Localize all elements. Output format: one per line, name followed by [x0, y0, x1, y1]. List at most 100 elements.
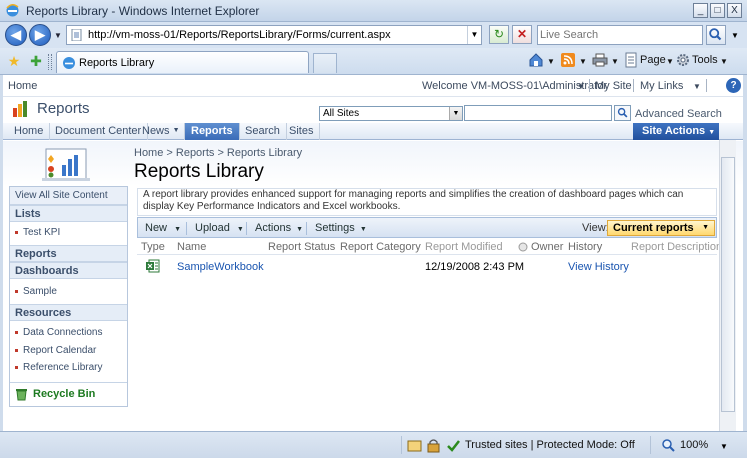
view-selector[interactable]: Current reports ▼: [607, 220, 715, 236]
feeds-dropdown-icon[interactable]: ▼: [579, 57, 587, 66]
site-search-button[interactable]: [614, 105, 631, 121]
address-url[interactable]: http://vm-moss-01/Reports/ReportsLibrary…: [88, 29, 391, 41]
add-favorites-icon[interactable]: ✚: [28, 53, 44, 69]
separator: [306, 222, 307, 235]
zoom-icon[interactable]: [661, 438, 676, 453]
page-menu[interactable]: Page: [640, 54, 666, 66]
welcome-dropdown-icon[interactable]: ▼: [577, 82, 585, 91]
upload-menu[interactable]: Upload ▼: [195, 222, 244, 234]
global-home-link[interactable]: Home: [8, 80, 37, 92]
history-dropdown-icon[interactable]: ▼: [54, 31, 62, 40]
separator: [633, 79, 634, 92]
home-dropdown-icon[interactable]: ▼: [547, 57, 555, 66]
view-all-site-content-link[interactable]: View All Site Content: [10, 187, 127, 205]
rss-feed-icon[interactable]: [560, 52, 576, 68]
my-site-link[interactable]: My Site: [595, 80, 632, 92]
search-button[interactable]: [706, 25, 726, 45]
search-options-icon[interactable]: ▼: [731, 31, 739, 40]
help-icon[interactable]: ?: [726, 78, 741, 93]
new-menu[interactable]: New ▼: [145, 222, 181, 234]
title-area: Home > Reports > Reports Library Reports…: [3, 141, 743, 186]
breadcrumb[interactable]: Home > Reports > Reports Library: [134, 147, 302, 159]
quicklaunch-item-data-connections[interactable]: Data Connections: [15, 327, 103, 338]
live-search-box[interactable]: [537, 25, 703, 45]
quicklaunch-header-reports[interactable]: Reports: [10, 245, 127, 262]
print-icon[interactable]: [592, 52, 608, 68]
site-actions-menu[interactable]: Site Actions ▼: [633, 123, 719, 140]
security-status-icon[interactable]: [426, 438, 441, 453]
security-zone-status[interactable]: Trusted sites | Protected Mode: Off: [465, 439, 635, 451]
new-tab-button[interactable]: [313, 53, 337, 73]
column-report-category[interactable]: Report Category: [340, 241, 421, 253]
stop-button[interactable]: ✕: [512, 25, 532, 44]
settings-menu-label: Settings: [315, 222, 355, 234]
minimize-button[interactable]: _: [693, 3, 708, 18]
tab-search[interactable]: Search: [239, 123, 287, 140]
site-search-input[interactable]: [464, 105, 612, 121]
tab-sites[interactable]: Sites: [283, 123, 321, 140]
close-button[interactable]: X: [727, 3, 742, 18]
bullet: [15, 348, 18, 352]
page-dropdown-icon[interactable]: ▼: [666, 57, 674, 66]
quicklaunch-item-reference-library[interactable]: Reference Library: [15, 362, 102, 373]
vertical-scrollbar[interactable]: [719, 140, 736, 431]
actions-menu-label: Actions: [255, 222, 292, 234]
column-report-modified[interactable]: Report Modified: [425, 241, 503, 253]
tools-dropdown-icon[interactable]: ▼: [720, 57, 728, 66]
excel-workbook-icon[interactable]: [146, 259, 160, 273]
column-owner[interactable]: Owner: [531, 241, 563, 253]
tab-reports[interactable]: Reports: [185, 123, 240, 140]
address-bar[interactable]: http://vm-moss-01/Reports/ReportsLibrary…: [66, 25, 482, 45]
search-scope-select[interactable]: All Sites ▼: [319, 106, 463, 121]
column-type[interactable]: Type: [141, 241, 165, 253]
quicklaunch-header-resources[interactable]: Resources: [10, 304, 127, 321]
tab-row: ★ ✚ Reports Library ▼ ▼ ▼ Page ▼ Tools ▼: [0, 48, 747, 75]
quicklaunch-label: Report Calendar: [23, 345, 97, 356]
column-report-description[interactable]: Report Description: [631, 241, 722, 253]
my-links-menu[interactable]: My Links: [640, 80, 683, 92]
popup-blocker-icon[interactable]: [407, 438, 422, 453]
favorites-star-icon[interactable]: ★: [6, 53, 22, 69]
column-history[interactable]: History: [568, 241, 602, 253]
site-title[interactable]: Reports: [37, 100, 90, 117]
refresh-button[interactable]: ↻: [489, 25, 509, 44]
tab-document-center[interactable]: Document Center: [49, 123, 149, 140]
window-titlebar: Reports Library - Windows Internet Explo…: [0, 0, 747, 22]
maximize-button[interactable]: □: [710, 3, 725, 18]
scrollbar-thumb[interactable]: [721, 157, 735, 412]
quicklaunch-item-sample[interactable]: Sample: [15, 286, 57, 297]
advanced-search-link[interactable]: Advanced Search: [635, 108, 722, 120]
column-report-status[interactable]: Report Status: [268, 241, 335, 253]
tab-home[interactable]: Home: [8, 123, 51, 140]
top-navigation: Home Document Center News ▼ Reports Searc…: [3, 123, 743, 140]
quicklaunch-label: Test KPI: [23, 227, 61, 238]
forward-button[interactable]: ▶: [29, 24, 51, 46]
quicklaunch-header-dashboards[interactable]: Dashboards: [10, 262, 127, 279]
recycle-bin-link[interactable]: Recycle Bin: [10, 382, 127, 406]
view-history-link[interactable]: View History: [568, 261, 629, 273]
print-dropdown-icon[interactable]: ▼: [611, 57, 619, 66]
page-icon: [63, 57, 75, 69]
quicklaunch-item-test-kpi[interactable]: Test KPI: [15, 227, 60, 238]
chevron-down-icon: ▼: [174, 226, 182, 233]
tab-news[interactable]: News ▼: [136, 123, 185, 140]
tab-reports-library[interactable]: Reports Library: [56, 51, 309, 73]
address-dropdown-icon[interactable]: ▼: [467, 26, 481, 44]
tools-menu[interactable]: Tools: [692, 54, 718, 66]
home-icon[interactable]: [528, 52, 544, 68]
report-name-link[interactable]: SampleWorkbook: [177, 261, 264, 273]
tab-title: Reports Library: [79, 57, 155, 69]
back-button[interactable]: ◀: [5, 24, 27, 46]
column-name[interactable]: Name: [177, 241, 206, 253]
settings-menu[interactable]: Settings ▼: [315, 222, 367, 234]
quicklaunch-item-report-calendar[interactable]: Report Calendar: [15, 345, 96, 356]
zoom-level[interactable]: 100%: [680, 439, 708, 451]
separator: [186, 222, 187, 235]
live-search-input[interactable]: [540, 27, 700, 43]
my-links-dropdown-icon[interactable]: ▼: [693, 82, 701, 91]
quicklaunch-header-lists[interactable]: Lists: [10, 205, 127, 222]
page-icon: [71, 29, 82, 41]
zoom-dropdown-icon[interactable]: ▼: [720, 442, 728, 451]
actions-menu[interactable]: Actions ▼: [255, 222, 303, 234]
chevron-down-icon[interactable]: ▼: [449, 107, 462, 120]
